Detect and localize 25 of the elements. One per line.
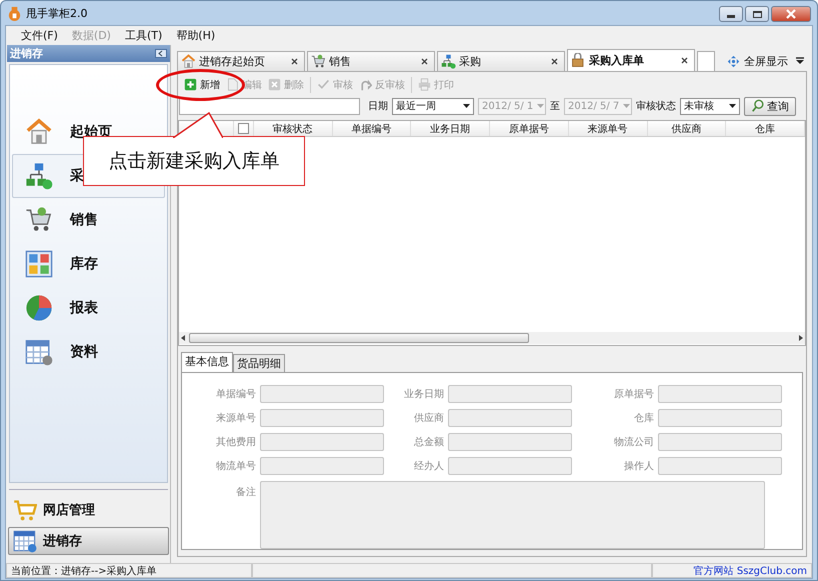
field-label: 业务日期	[403, 388, 444, 401]
column-header: 业务日期	[411, 121, 490, 136]
field-label: 操作人	[623, 460, 654, 473]
status-text: 当前位置：进销存-->采购入库单	[6, 563, 252, 578]
column-header: 供应商	[648, 121, 726, 136]
field-label: 单据编号	[215, 388, 256, 401]
status-label: 审核状态	[636, 100, 676, 113]
field-label: 物流公司	[613, 436, 654, 449]
column-header: 来源单号	[568, 121, 648, 136]
sidebar-title: 进销存	[10, 46, 43, 61]
column-header: 单据编号	[332, 121, 412, 136]
field-label: 经办人	[413, 460, 444, 473]
field-label: 来源单号	[215, 412, 256, 425]
field-label: 备注	[235, 486, 256, 500]
field-label: 总金额	[413, 436, 444, 449]
column-header: 原单据号	[490, 121, 569, 136]
to-label: 至	[550, 100, 560, 113]
column-header: 仓库	[726, 121, 805, 136]
field-label: 仓库	[633, 412, 654, 425]
field-label: 供应商	[413, 412, 444, 425]
field-label: 其他费用	[215, 436, 256, 449]
window-title: 甩手掌柜2.0	[26, 6, 88, 20]
field-label: 原单据号	[613, 388, 654, 401]
date-label: 日期	[368, 100, 388, 113]
field-label: 物流单号	[215, 460, 256, 473]
